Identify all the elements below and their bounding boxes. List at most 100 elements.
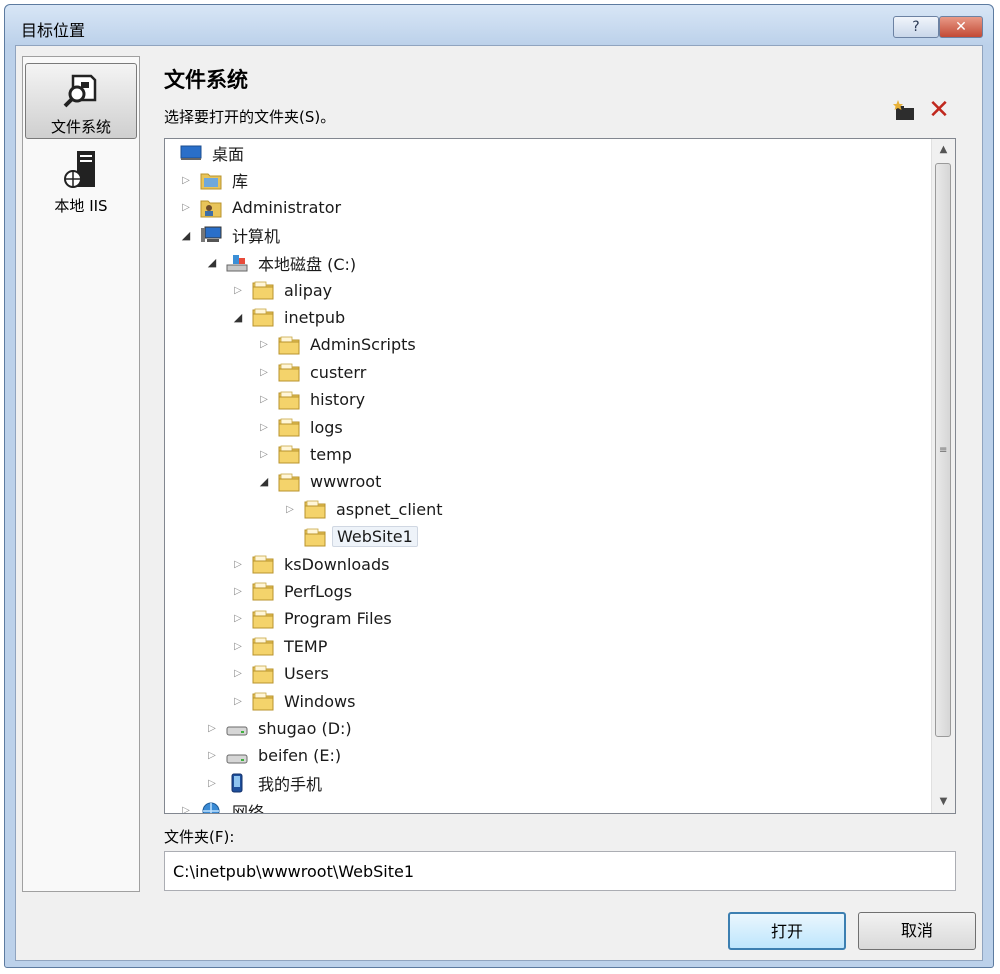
drive-icon (225, 717, 249, 739)
expand-arrow-icon[interactable]: ▷ (231, 639, 245, 653)
expand-arrow-icon[interactable]: ▷ (257, 365, 271, 379)
tree-node[interactable]: ▷ alipay (231, 277, 336, 303)
expand-arrow-icon[interactable]: ▷ (231, 694, 245, 708)
tree-node[interactable]: ▷ Program Files (231, 606, 396, 632)
title-bar[interactable]: 目标位置 ? ✕ (5, 5, 993, 45)
tree-node-label: wwwroot (310, 472, 382, 492)
tree-node[interactable]: ◢ inetpub (231, 304, 349, 330)
tree-node[interactable]: ▷ 库 (179, 167, 252, 193)
tree-node-label: Users (284, 664, 329, 684)
computer-icon (199, 224, 223, 246)
tree-node[interactable]: WebSite1 (283, 524, 418, 550)
tree-node[interactable]: ▷ ksDownloads (231, 551, 393, 577)
expand-arrow-icon[interactable]: ▷ (231, 612, 245, 626)
tree-node-label: ksDownloads (284, 554, 390, 574)
collapse-arrow-icon[interactable]: ◢ (257, 475, 271, 489)
tree-node[interactable]: ▷ temp (257, 441, 356, 467)
dialog-body: 文件系统 本地 IIS 文件系统 选择要打开的文件夹(S)。 ✕ 桌面 ▷ 库 … (15, 45, 983, 961)
tree-node[interactable]: ◢ 计算机 (179, 222, 284, 248)
folder-path-input[interactable] (164, 851, 956, 891)
tree-scrollbar[interactable]: ▲ ≡ ▼ (931, 139, 955, 813)
expand-arrow-icon[interactable]: ▷ (257, 420, 271, 434)
tree-node-label: 计算机 (232, 227, 281, 247)
network-icon (199, 800, 223, 813)
folder-icon (251, 279, 275, 301)
sidebar-item-label: 本地 IIS (54, 197, 108, 215)
tree-node[interactable]: ▷ AdminScripts (257, 332, 420, 358)
collapse-arrow-icon[interactable]: ◢ (179, 228, 193, 242)
sidebar-item-file-system[interactable]: 文件系统 (25, 63, 137, 139)
open-button[interactable]: 打开 (728, 912, 846, 950)
tree-node[interactable]: ▷ 我的手机 (205, 770, 326, 796)
expand-arrow-icon[interactable]: ▷ (257, 338, 271, 352)
tree-node-label: TEMP (284, 636, 328, 656)
expand-arrow-icon[interactable]: ▷ (257, 393, 271, 407)
expand-arrow-icon[interactable]: ▷ (179, 173, 193, 187)
window-title: 目标位置 (21, 21, 86, 40)
folder-tree[interactable]: 桌面 ▷ 库 ▷ Administrator ◢ 计算机 ◢ 本地磁盘 (C:) ▷ alipay ◢… (164, 138, 956, 814)
tree-node[interactable]: ▷ PerfLogs (231, 578, 356, 604)
collapse-arrow-icon[interactable]: ◢ (231, 310, 245, 324)
expand-arrow-icon[interactable]: ▷ (231, 557, 245, 571)
tree-node[interactable]: ◢ 本地磁盘 (C:) (205, 250, 360, 276)
tree-node-label: 库 (232, 172, 249, 192)
expand-arrow-icon[interactable]: ▷ (205, 721, 219, 735)
tree-node[interactable]: ▷ custerr (257, 359, 370, 385)
tree-node[interactable]: ▷ 网络 (179, 798, 268, 814)
tree-node-label: aspnet_client (336, 499, 443, 519)
folder-icon (277, 443, 301, 465)
tree-node-label: Administrator (232, 198, 342, 218)
expand-arrow-icon[interactable]: ▷ (231, 667, 245, 681)
scroll-grip-icon: ≡ (939, 445, 948, 456)
tree-node[interactable]: ▷ TEMP (231, 633, 331, 659)
collapse-arrow-icon[interactable]: ◢ (205, 256, 219, 270)
tree-node-label: WebSite1 (332, 526, 418, 548)
tree-node-label: Windows (284, 691, 356, 711)
tree-node-label: temp (310, 444, 352, 464)
dialog-window: 目标位置 ? ✕ 文件系统 本地 IIS 文件系统 选择要打开的文件夹(S)。 … (4, 4, 994, 968)
file-system-icon (63, 74, 97, 108)
cancel-button[interactable]: 取消 (858, 912, 976, 950)
sidebar-item-local-iis[interactable]: 本地 IIS (25, 143, 137, 219)
delete-button[interactable]: ✕ (926, 95, 952, 125)
select-folder-prompt: 选择要打开的文件夹(S)。 (164, 108, 336, 126)
folder-icon (277, 334, 301, 356)
close-button[interactable]: ✕ (939, 16, 983, 38)
expand-arrow-icon[interactable]: ▷ (179, 804, 193, 813)
expand-arrow-icon[interactable]: ▷ (231, 584, 245, 598)
tree-node[interactable]: 桌面 (173, 140, 248, 166)
folder-icon (251, 580, 275, 602)
expand-arrow-icon[interactable]: ▷ (283, 502, 297, 516)
tree-node-label: logs (310, 417, 343, 437)
sidebar-item-label: 文件系统 (50, 118, 111, 136)
new-folder-button[interactable] (892, 98, 918, 124)
tree-node[interactable]: ▷ shugao (D:) (205, 715, 356, 741)
expand-arrow-icon[interactable]: ▷ (231, 283, 245, 297)
expand-arrow-icon[interactable]: ▷ (257, 447, 271, 461)
scroll-up-button[interactable]: ▲ (932, 139, 955, 161)
help-button[interactable]: ? (893, 16, 939, 38)
folder-icon (251, 635, 275, 657)
folder-icon (251, 663, 275, 685)
tree-node[interactable]: ◢ wwwroot (257, 469, 385, 495)
expand-arrow-icon[interactable]: ▷ (179, 201, 193, 215)
tree-node[interactable]: ▷ beifen (E:) (205, 743, 345, 769)
folder-icon (277, 389, 301, 411)
tree-node-label: shugao (D:) (258, 718, 352, 738)
tree-node[interactable]: ▷ Windows (231, 688, 359, 714)
tree-node-label: 网络 (232, 802, 265, 814)
tree-node[interactable]: ▷ history (257, 387, 369, 413)
expand-arrow-icon[interactable]: ▷ (205, 749, 219, 763)
tree-node[interactable]: ▷ Administrator (179, 195, 345, 221)
folder-icon (277, 471, 301, 493)
new-folder-icon (893, 100, 914, 120)
tree-node[interactable]: ▷ Users (231, 661, 333, 687)
expand-arrow-icon[interactable]: ▷ (205, 776, 219, 790)
scroll-thumb[interactable]: ≡ (935, 163, 951, 737)
scroll-down-button[interactable]: ▼ (932, 791, 955, 813)
tree-node[interactable]: ▷ aspnet_client (283, 496, 447, 522)
delete-icon: ✕ (928, 95, 950, 125)
tree-node[interactable]: ▷ logs (257, 414, 347, 440)
folder-icon (277, 361, 301, 383)
